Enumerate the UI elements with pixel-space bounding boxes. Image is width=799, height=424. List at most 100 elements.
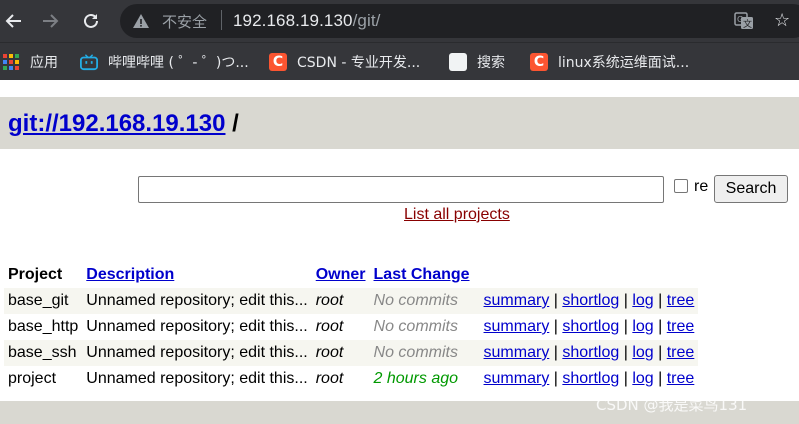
csdn-icon: C — [269, 53, 287, 71]
breadcrumb-separator: / — [225, 110, 239, 137]
security-status[interactable]: 不安全 — [162, 11, 207, 32]
summary-link[interactable]: summary — [484, 370, 550, 387]
csdn-icon: C — [530, 53, 548, 71]
link-separator: | — [619, 344, 633, 361]
column-header-project: Project — [8, 266, 63, 283]
project-last-change: No commits — [369, 288, 474, 314]
bookmarks-bar: 应用 哔哩哔哩 ( ゜- ゜)つ... C CSDN - 专业开发... 搜索 … — [0, 42, 799, 80]
link-separator: | — [653, 344, 667, 361]
bookmark-bilibili[interactable]: 哔哩哔哩 ( ゜- ゜)つ... — [80, 52, 249, 72]
regex-checkbox[interactable] — [674, 179, 688, 193]
project-owner: root — [311, 340, 370, 366]
project-links: summary | shortlog | log | tree — [474, 366, 699, 392]
shortlog-link[interactable]: shortlog — [562, 292, 619, 309]
translate-icon[interactable]: 文G — [734, 12, 754, 30]
list-all-projects-link[interactable]: List all projects — [404, 206, 510, 224]
sort-by-description-link[interactable]: Description — [86, 266, 174, 283]
svg-text:文: 文 — [743, 18, 752, 30]
reload-icon — [84, 13, 98, 28]
project-last-change: No commits — [373, 318, 458, 335]
apps-grid-icon — [3, 54, 19, 70]
table-row: base_git Unnamed repository; edit this..… — [4, 288, 699, 314]
project-owner: root — [315, 370, 344, 387]
project-links: summary | shortlog | log | tree — [473, 288, 699, 314]
project-description[interactable]: Unnamed repository; edit this... — [82, 340, 312, 366]
table-header-row: Project Description Owner Last Change — [4, 262, 698, 288]
warning-triangle-icon[interactable] — [132, 12, 150, 30]
table-row: base_ssh Unnamed repository; edit this..… — [4, 340, 699, 366]
bilibili-icon — [80, 54, 98, 71]
summary-link[interactable]: summary — [484, 318, 550, 335]
bookmark-label: 应用 — [30, 55, 58, 71]
bookmark-label: 搜索 — [477, 55, 505, 71]
log-link[interactable]: log — [632, 344, 653, 361]
project-owner: root — [315, 318, 344, 335]
project-table: Project Description Owner Last Change ba… — [4, 262, 699, 392]
forward-arrow-icon — [43, 14, 59, 28]
reload-button[interactable] — [79, 9, 103, 33]
watermark: CSDN @我是菜鸟131 — [596, 396, 748, 414]
bookmark-search[interactable]: 搜索 — [449, 52, 505, 72]
shortlog-link[interactable]: shortlog — [562, 370, 619, 387]
column-header-description: Description — [82, 262, 311, 288]
project-links: summary | shortlog | log | tree — [474, 314, 699, 340]
bookmark-linux-interview[interactable]: C linux系统运维面试... — [530, 52, 689, 72]
project-description[interactable]: Unnamed repository; edit this... — [82, 366, 311, 392]
project-name[interactable]: project — [4, 366, 82, 392]
link-separator: | — [653, 318, 667, 335]
search-input[interactable] — [138, 176, 664, 203]
column-header-links — [474, 262, 699, 288]
browser-toolbar: 不安全 192.168.19.130/git/ 文G ☆ — [0, 0, 799, 42]
summary-link[interactable]: summary — [484, 292, 550, 309]
project-last-change: 2 hours ago — [373, 370, 459, 387]
url-host: 192.168.19.130 — [233, 11, 353, 30]
project-owner: root — [311, 288, 370, 314]
summary-link[interactable]: summary — [484, 344, 550, 361]
forward-button[interactable] — [38, 9, 62, 33]
bookmark-apps[interactable]: 应用 — [2, 52, 58, 72]
tree-link[interactable]: tree — [667, 370, 695, 387]
shortlog-link[interactable]: shortlog — [562, 318, 619, 335]
project-name[interactable]: base_git — [4, 288, 83, 314]
project-links: summary | shortlog | log | tree — [473, 340, 699, 366]
column-header-owner: Owner — [312, 262, 370, 288]
project-name[interactable]: base_ssh — [4, 340, 83, 366]
blank-page-icon — [449, 53, 467, 71]
link-separator: | — [619, 318, 633, 335]
tree-link[interactable]: tree — [667, 292, 695, 309]
project-name[interactable]: base_http — [4, 314, 82, 340]
breadcrumb: git://192.168.19.130 / — [8, 110, 239, 138]
log-link[interactable]: log — [632, 370, 653, 387]
url-text[interactable]: 192.168.19.130/git/ — [233, 11, 380, 31]
bookmark-csdn[interactable]: C CSDN - 专业开发... — [269, 52, 420, 72]
column-header-last-change: Last Change — [370, 262, 474, 288]
bookmark-label: linux系统运维面试... — [558, 55, 690, 71]
svg-text:G: G — [737, 15, 743, 24]
url-path: /git/ — [352, 11, 381, 30]
log-link[interactable]: log — [632, 318, 653, 335]
link-separator: | — [549, 344, 563, 361]
link-separator: | — [653, 292, 667, 309]
project-description[interactable]: Unnamed repository; edit this... — [82, 288, 312, 314]
page-header: git://192.168.19.130 / — [0, 97, 799, 149]
bookmark-label: 哔哩哔哩 ( ゜- ゜)つ... — [108, 55, 249, 71]
link-separator: | — [653, 370, 667, 387]
git-root-link[interactable]: git://192.168.19.130 — [8, 110, 225, 137]
tree-link[interactable]: tree — [667, 344, 695, 361]
tree-link[interactable]: tree — [667, 318, 695, 335]
search-button[interactable]: Search — [714, 175, 788, 203]
address-bar[interactable]: 不安全 192.168.19.130/git/ 文G ☆ — [120, 4, 799, 38]
log-link[interactable]: log — [632, 292, 653, 309]
bookmark-star-icon[interactable]: ☆ — [774, 10, 790, 31]
link-separator: | — [549, 292, 563, 309]
link-separator: | — [619, 370, 633, 387]
sort-by-last-change-link[interactable]: Last Change — [374, 266, 470, 283]
shortlog-link[interactable]: shortlog — [562, 344, 619, 361]
project-description[interactable]: Unnamed repository; edit this... — [82, 314, 311, 340]
bookmark-label: CSDN - 专业开发... — [297, 55, 421, 71]
table-row: base_http Unnamed repository; edit this.… — [4, 314, 698, 340]
sort-by-owner-link[interactable]: Owner — [316, 266, 366, 283]
link-separator: | — [619, 292, 633, 309]
address-separator — [221, 10, 222, 30]
back-button[interactable] — [2, 9, 26, 33]
